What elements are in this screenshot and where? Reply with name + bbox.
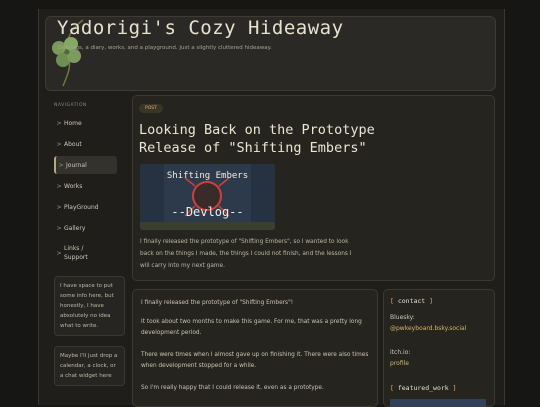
chevron-right-icon: > — [56, 224, 62, 232]
article-paragraph: There were times when I almost gave up o… — [141, 352, 369, 369]
sidebar-item-links-support[interactable]: > Links / Support — [54, 240, 117, 266]
site-title: Yadorigi's Cozy Hideaway — [57, 17, 344, 39]
sidebar-note-widget: Maybe I'll just drop a calendar, a clock… — [54, 346, 125, 386]
post-title[interactable]: Looking Back on the Prototype Release of… — [139, 121, 439, 157]
itchio-link[interactable]: profile — [390, 360, 409, 367]
chevron-right-icon: > — [56, 203, 62, 211]
article-paragraph: So I'm really happy that I could release… — [141, 385, 324, 391]
bluesky-label: Bluesky: — [390, 314, 415, 321]
chevron-right-icon: > — [56, 249, 62, 257]
post-excerpt: I finally released the prototype of "Shi… — [140, 239, 352, 269]
sidebar-note: I have space to put some info here, but … — [54, 276, 125, 336]
chevron-right-icon: > — [56, 140, 62, 148]
nav-heading: NAVIGATION — [54, 103, 87, 108]
sidebar-item-about[interactable]: > About — [54, 135, 117, 153]
chevron-right-icon: > — [56, 119, 62, 127]
chevron-right-icon: > — [58, 161, 64, 169]
article-paragraph: I finally released the prototype of "Shi… — [141, 300, 294, 306]
sidebar-nav: NAVIGATION > Home > About > Journal > Works … — [51, 97, 125, 405]
itchio-label: itch.io: — [390, 349, 411, 356]
bluesky-link[interactable]: @pwkeyboard.bsky.social — [390, 325, 466, 332]
featured-work-image[interactable] — [390, 399, 486, 407]
chevron-right-icon: > — [56, 182, 62, 190]
sidebar-item-gallery[interactable]: > Gallery — [54, 219, 117, 237]
thumbnail-title: Shifting Embers — [166, 171, 249, 181]
contact-heading: [ contact ] — [390, 297, 434, 305]
sidebar-item-home[interactable]: > Home — [54, 114, 117, 132]
sidebar-item-playground[interactable]: > PlayGround — [54, 198, 117, 216]
site-subtitle: Dev logs, a diary, works, and a playgrou… — [58, 45, 272, 51]
article-paragraph: It took about two months to make this ga… — [141, 319, 362, 336]
post-tag-badge: POST — [139, 104, 163, 113]
sidebar-item-journal[interactable]: > Journal — [54, 156, 117, 174]
thumbnail-subtitle: --Devlog-- — [171, 205, 244, 219]
featured-work-heading: [ featured_work ] — [390, 384, 457, 392]
post-thumbnail[interactable]: Shifting Embers --Devlog-- — [140, 164, 275, 230]
article-body: I finally released the prototype of "Shi… — [132, 289, 378, 407]
sidebar-item-works[interactable]: > Works — [54, 177, 117, 195]
